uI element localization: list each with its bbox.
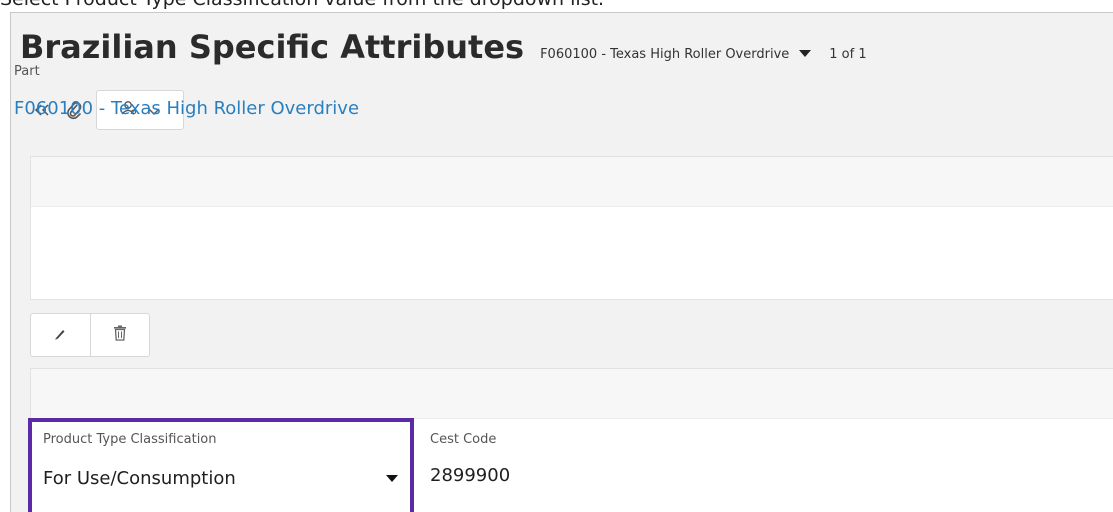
attributes-panel-header-band [31,369,1113,419]
edit-icon [53,326,67,345]
part-link[interactable]: F060100 - Texas High Roller Overdrive [14,98,359,119]
delete-icon [113,325,127,345]
record-count: 1 of 1 [829,47,867,62]
instruction-text: Select Product Type Classification value… [0,0,604,10]
record-selector[interactable]: F060100 - Texas High Roller Overdrive [540,47,812,62]
delete-button[interactable] [89,314,150,356]
caret-down-icon [799,50,812,57]
edit-button[interactable] [31,314,90,356]
part-panel-header-band [31,157,1113,207]
record-actions [30,313,150,357]
highlight-box [28,418,414,512]
cest-code-value: 2899900 [430,465,511,486]
record-selector-label: F060100 - Texas High Roller Overdrive [540,47,790,62]
page-header: Brazilian Specific Attributes F060100 - … [20,28,867,66]
part-panel [30,156,1113,300]
part-label: Part [14,64,40,79]
cest-code-label: Cest Code [430,432,497,447]
page-title: Brazilian Specific Attributes [20,28,525,66]
